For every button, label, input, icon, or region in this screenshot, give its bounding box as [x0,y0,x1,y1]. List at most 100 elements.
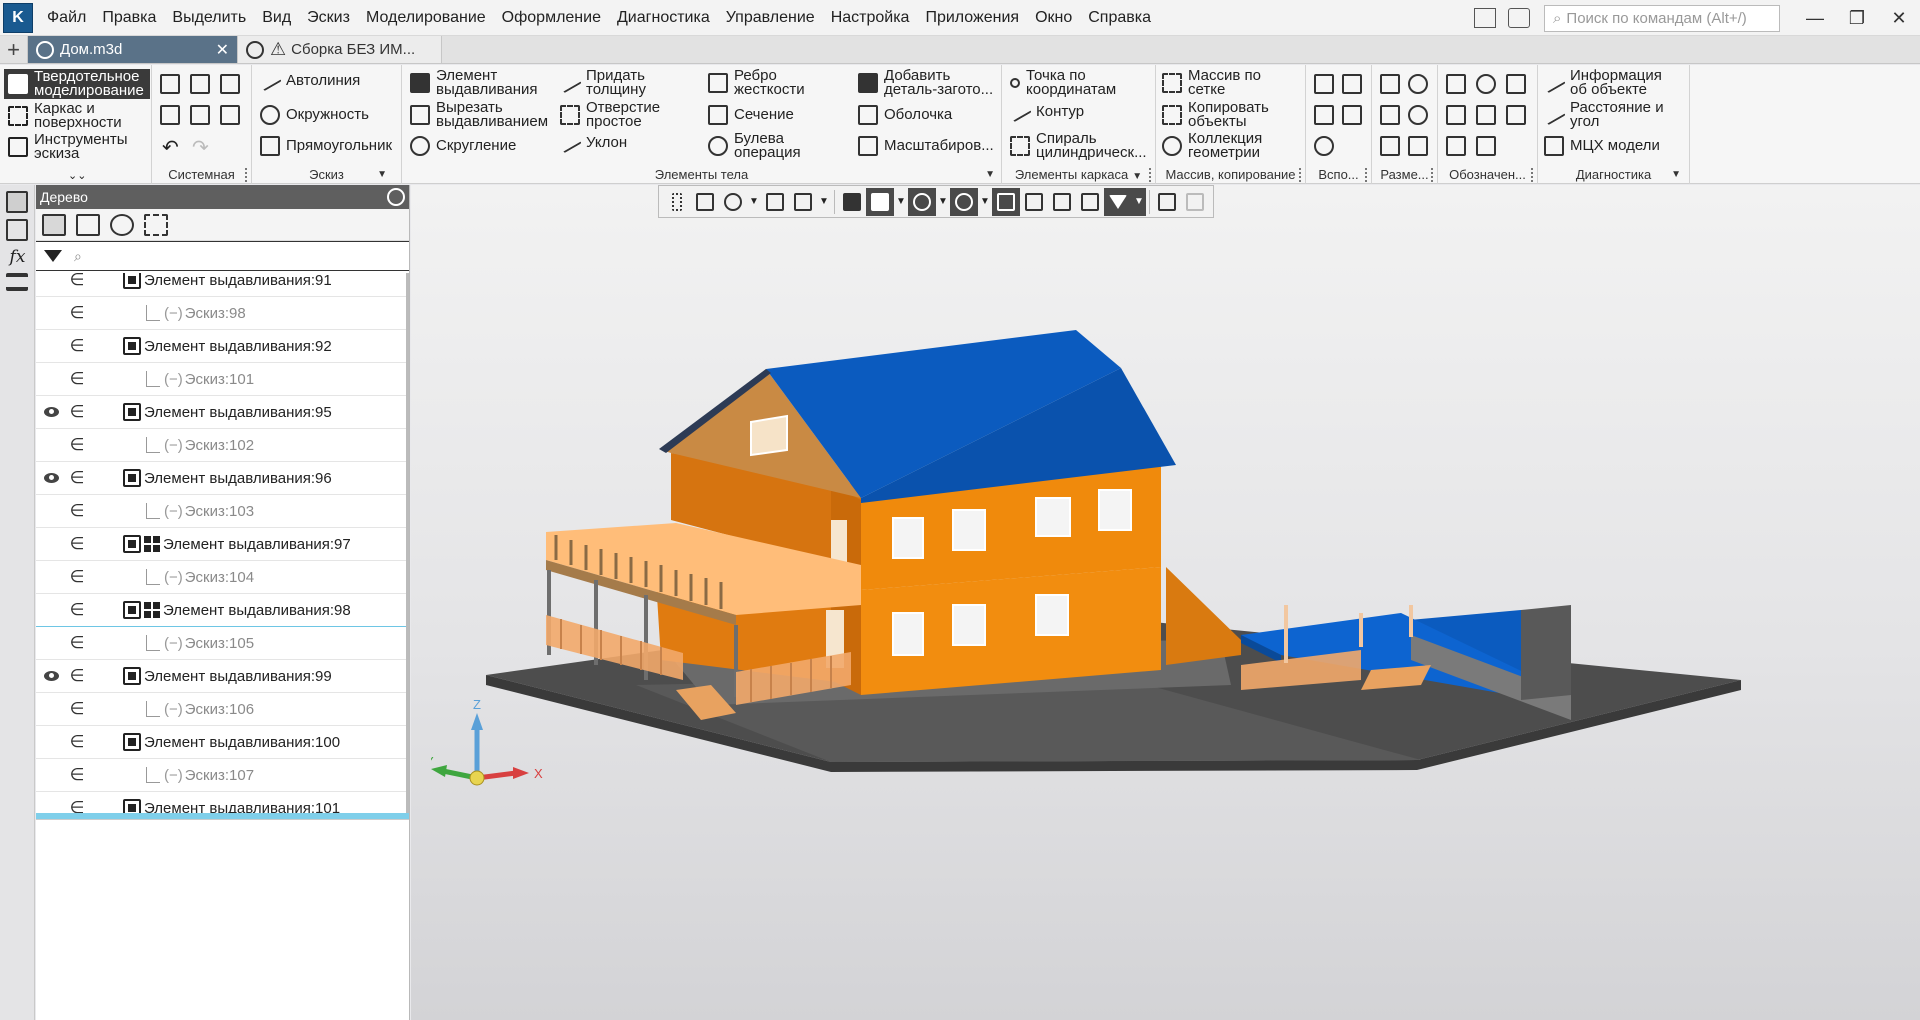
relation-icon[interactable]: ∈ [66,765,88,785]
geometry-collection-button[interactable]: Коллекция геометрии [1162,131,1288,160]
dim-settings-icon[interactable] [1408,136,1428,156]
grid-array-button[interactable]: Массив по сетке [1162,68,1288,97]
menu-item[interactable]: Файл [39,0,94,36]
rectangle-button[interactable]: Прямоугольник [260,136,392,156]
orientation-dropdown-icon[interactable]: ▼ [817,196,831,207]
tree-row[interactable]: ∈ Элемент выдавливания:97 [36,528,409,561]
new-tab-button[interactable]: + [0,36,28,63]
roughness-icon[interactable] [1446,74,1466,94]
open-folder-icon[interactable] [190,74,210,94]
aux-plane2-icon[interactable] [1314,105,1334,125]
tree-row[interactable]: ∈ (−) Эскиз:102 [36,429,409,462]
constraints-icon[interactable] [992,187,1020,216]
new-document-icon[interactable] [160,74,180,94]
close-window-button[interactable]: ✕ [1878,0,1920,36]
point-by-coords-button[interactable]: Точка по координатам [1010,68,1134,97]
linear-dim-icon[interactable] [1380,74,1400,94]
filter-dropdown-icon[interactable]: ▼ [1132,187,1146,216]
boolean-button[interactable]: Булева операция [708,131,812,160]
grip-handle-icon[interactable] [663,188,691,216]
redo-icon[interactable]: ↷ [192,135,209,160]
radial-dim-icon[interactable] [1408,74,1428,94]
zoom-dropdown-icon[interactable]: ▼ [747,196,761,207]
feature-node[interactable]: Элемент выдавливания:97 [123,535,351,553]
menu-item[interactable]: Эскиз [299,0,358,36]
weld-icon[interactable] [1476,105,1496,125]
layout-window-icon[interactable] [1474,8,1496,28]
section-view-icon[interactable] [1020,188,1048,216]
distance-angle-button[interactable]: Расстояние и угол [1542,100,1676,129]
standard-views-icon[interactable] [838,188,866,216]
relation-icon[interactable]: ∈ [66,402,88,422]
fillet-button[interactable]: Скругление [410,136,516,156]
menu-item[interactable]: Вид [254,0,299,36]
sketch-node[interactable]: (−) Эскиз:104 [146,569,254,586]
sketch-node[interactable]: (−) Эскиз:101 [146,371,254,388]
aux-plane-icon[interactable] [1314,74,1334,94]
feature-node[interactable]: Элемент выдавливания:96 [123,469,332,487]
render-icon[interactable] [1048,188,1076,216]
print-icon[interactable] [160,105,180,125]
menu-item[interactable]: Справка [1080,0,1159,36]
tree-search-input[interactable] [81,243,409,269]
feature-node[interactable]: Элемент выдавливания:92 [123,337,332,355]
tree-row[interactable]: ∈ Элемент выдавливания:96 [36,462,409,495]
tree-gear-icon[interactable] [387,188,405,206]
relation-icon[interactable]: ∈ [66,435,88,455]
relation-icon[interactable]: ∈ [66,501,88,521]
tree-row[interactable]: ∈ Элемент выдавливания:92 [36,330,409,363]
filter-icon[interactable] [44,250,62,262]
simple-hole-button[interactable]: Отверстие простое [560,100,666,129]
symbol-mark-icon[interactable] [1476,136,1496,156]
sketch-view-icon[interactable] [691,188,719,216]
relation-icon[interactable]: ∈ [66,468,88,488]
draft-button[interactable]: Уклон [558,132,627,154]
sketch-node[interactable]: (−) Эскиз:107 [146,767,254,784]
relation-icon[interactable]: ∈ [66,699,88,719]
leader-icon[interactable] [1476,74,1496,94]
zoom-icon[interactable] [719,188,747,216]
copy-objects-button[interactable]: Копировать объекты [1162,100,1288,129]
layers-panel-icon[interactable] [6,273,28,291]
rib-button[interactable]: Ребро жесткости [708,68,812,97]
tree-row[interactable]: ∈ Элемент выдавливания:95 [36,396,409,429]
menu-item[interactable]: Моделирование [358,0,494,36]
house-model[interactable] [411,185,1920,1020]
angle-dim-icon[interactable] [1380,105,1400,125]
feature-node[interactable]: Элемент выдавливания:95 [123,403,332,421]
object-info-button[interactable]: Информация об объекте [1542,68,1676,97]
relation-icon[interactable]: ∈ [66,732,88,752]
feature-node[interactable]: Элемент выдавливания:99 [123,667,332,685]
hide-dropdown-icon[interactable]: ▼ [936,196,950,207]
visibility-icon[interactable] [950,187,978,216]
shell-button[interactable]: Оболочка [858,105,952,125]
tolerance-icon[interactable] [1446,105,1466,125]
tree-row[interactable]: ∈ Элемент выдавливания:100 [36,726,409,759]
group-dropdown-icon[interactable]: ▼ [1132,171,1142,182]
tree-group-icon[interactable] [110,213,134,236]
feature-node[interactable]: Элемент выдавливания:98 [123,601,351,619]
group-dropdown-icon[interactable]: ▼ [985,166,995,184]
section-button[interactable]: Сечение [708,105,794,125]
measure-icon[interactable] [1153,188,1181,216]
circle-button[interactable]: Окружность [260,105,369,125]
tree-row[interactable]: ∈ (−) Эскиз:104 [36,561,409,594]
settings-window-icon[interactable] [1508,8,1530,28]
eye-icon[interactable] [43,473,59,483]
tree-row[interactable]: ∈ Элемент выдавливания:98 [36,594,409,627]
expand-modes-icon[interactable]: ⌄⌄ [68,169,86,182]
menu-item[interactable]: Оформление [494,0,609,36]
hide-show-icon[interactable] [908,187,936,216]
visibility-column[interactable] [36,473,66,483]
helix-button[interactable]: Спираль цилиндрическ... [1010,131,1148,160]
relation-icon[interactable]: ∈ [66,534,88,554]
relation-icon[interactable]: ∈ [66,798,88,813]
eye-icon[interactable] [43,407,59,417]
relation-icon[interactable]: ∈ [66,369,88,389]
variables-fx-icon[interactable]: fx [0,247,35,267]
app-logo-icon[interactable]: K [3,2,33,33]
autoline-button[interactable]: Автолиния [258,70,360,92]
feature-node[interactable]: Элемент выдавливания:101 [123,799,340,813]
relation-icon[interactable]: ∈ [66,273,88,290]
tab-house-model[interactable]: Дом.m3d ✕ [28,36,238,63]
